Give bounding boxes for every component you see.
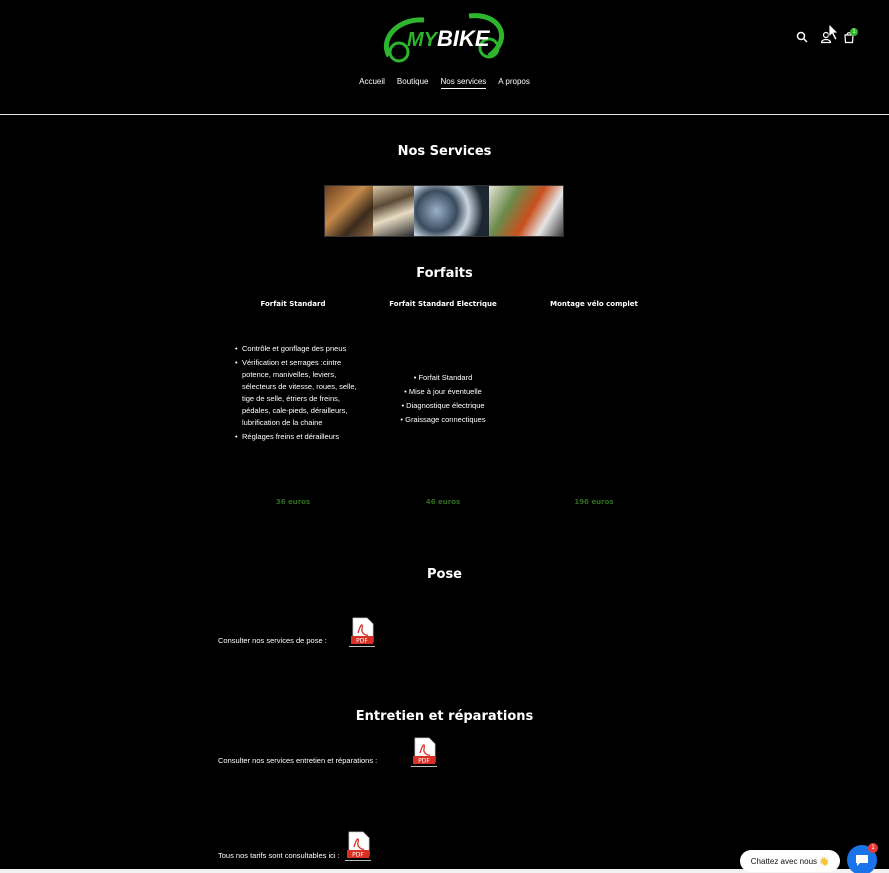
forfait-standard-title: Forfait Standard [260, 300, 326, 308]
svg-text:PDF: PDF [352, 852, 364, 859]
list-item: Vérification et serrages :cintre potence… [235, 357, 364, 429]
svg-text:BIKE: BIKE [437, 26, 491, 51]
list-item: Réglages freins et dérailleurs [235, 431, 364, 443]
page-title: Nos Services [397, 144, 492, 159]
list-item: Diagnostique électrique [368, 400, 518, 412]
forfaits-title: Forfaits [416, 266, 473, 281]
forfait-standard-list: Contrôle et gonflage des pneus Vérificat… [235, 343, 364, 445]
pdf-icon[interactable]: PDF [349, 617, 375, 647]
chat-label[interactable]: Chattez avec nous 👋 [740, 850, 840, 872]
mouse-cursor-icon [828, 23, 839, 41]
forfait-electrique-price: 46 euros [425, 498, 461, 506]
tarifs-text: Tous nos tarifs sont consultables ici : [218, 851, 340, 860]
chat-notification-badge: 1 [868, 843, 878, 853]
nav-a-propos[interactable]: A propos [498, 77, 530, 89]
site-header: MY BIKE 1 Accueil Boutique Nos services … [0, 0, 889, 115]
forfait-electrique-title: Forfait Standard Electrique [389, 300, 497, 308]
nav-accueil[interactable]: Accueil [359, 77, 385, 89]
entretien-text: Consulter nos services entretien et répa… [218, 756, 378, 765]
nav-boutique[interactable]: Boutique [397, 77, 429, 89]
montage-velo-price: 196 euros [574, 498, 614, 506]
pdf-icon[interactable]: PDF [411, 737, 437, 767]
mybike-logo[interactable]: MY BIKE [379, 8, 509, 66]
services-banner-image [324, 185, 564, 237]
cart-count-badge: 1 [850, 28, 858, 36]
pose-title: Pose [426, 567, 462, 582]
pdf-icon[interactable]: PDF [345, 831, 371, 861]
list-item: Contrôle et gonflage des pneus [235, 343, 364, 355]
list-item: Mise à jour éventuelle [368, 386, 518, 398]
search-icon[interactable] [796, 30, 808, 44]
entretien-title: Entretien et réparations [355, 709, 534, 724]
nav-nos-services[interactable]: Nos services [440, 77, 487, 89]
svg-text:PDF: PDF [418, 758, 430, 765]
montage-velo-title: Montage vélo complet [550, 300, 638, 308]
forfait-standard-price: 36 euros [275, 498, 311, 506]
list-item: Graissage connectiques [368, 414, 518, 426]
svg-text:PDF: PDF [356, 638, 368, 645]
svg-text:MY: MY [407, 29, 439, 51]
main-nav: Accueil Boutique Nos services A propos [0, 77, 889, 89]
pose-text: Consulter nos services de pose : [218, 636, 327, 645]
forfait-electrique-list: Forfait Standard Mise à jour éventuelle … [368, 372, 518, 428]
list-item: Forfait Standard [368, 372, 518, 384]
